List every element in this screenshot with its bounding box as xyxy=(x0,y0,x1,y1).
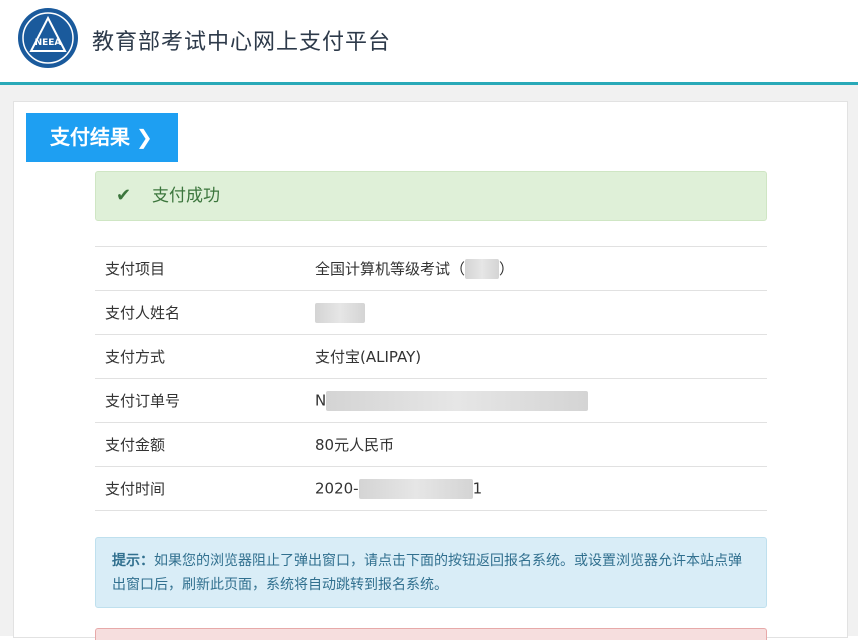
table-row: 支付金额 80元人民币 xyxy=(95,422,767,467)
table-row: 支付方式 支付宝(ALIPAY) xyxy=(95,334,767,379)
payment-result-tab[interactable]: 支付结果 ❯ xyxy=(26,113,178,162)
table-row: 支付订单号 N xyxy=(95,378,767,423)
notice-text: 如果您的浏览器阻止了弹出窗口，请点击下面的按钮返回报名系统。或设置浏览器允许本站… xyxy=(112,553,742,593)
row-label: 支付时间 xyxy=(105,480,166,498)
redacted-block xyxy=(326,390,589,411)
notice-alert: 提示：如果您的浏览器阻止了弹出窗口，请点击下面的按钮返回报名系统。或设置浏览器允… xyxy=(95,537,767,608)
row-label: 支付项目 xyxy=(105,260,166,278)
redacted-block xyxy=(358,478,473,499)
row-value: 80元人民币 xyxy=(315,436,395,454)
tab-label: 支付结果 xyxy=(50,125,130,149)
site-title: 教育部考试中心网上支付平台 xyxy=(92,30,392,55)
chevron-right-icon: ❯ xyxy=(136,125,153,149)
table-row: 支付人姓名 xyxy=(95,290,767,335)
logo-text: NEEA xyxy=(35,38,62,48)
row-label: 支付订单号 xyxy=(105,392,181,410)
check-icon: ✔ xyxy=(116,185,132,206)
neea-logo: NEEA xyxy=(18,8,78,68)
return-button-edge[interactable] xyxy=(95,628,767,640)
payment-info-table: 支付项目 全国计算机等级考试（） 支付人姓名 支付方式 支付宝(ALIPAY) … xyxy=(95,246,767,511)
row-value: 全国计算机等级考试（） xyxy=(315,259,515,280)
row-value: 支付宝(ALIPAY) xyxy=(315,348,422,366)
success-alert: ✔ 支付成功 xyxy=(95,171,767,221)
row-value: 2020- 1 xyxy=(315,478,483,499)
table-row: 支付项目 全国计算机等级考试（） xyxy=(95,246,767,291)
site-header: NEEA 教育部考试中心网上支付平台 xyxy=(0,0,858,85)
table-row: 支付时间 2020- 1 xyxy=(95,466,767,511)
notice-prefix: 提示： xyxy=(112,553,154,569)
row-value xyxy=(315,291,767,335)
success-text: 支付成功 xyxy=(152,186,220,206)
row-label: 支付金额 xyxy=(105,436,166,454)
redacted-block xyxy=(315,302,365,323)
row-label: 支付方式 xyxy=(105,348,166,366)
row-label: 支付人姓名 xyxy=(105,304,181,322)
row-value: N xyxy=(315,379,767,423)
redacted-block xyxy=(465,259,500,280)
